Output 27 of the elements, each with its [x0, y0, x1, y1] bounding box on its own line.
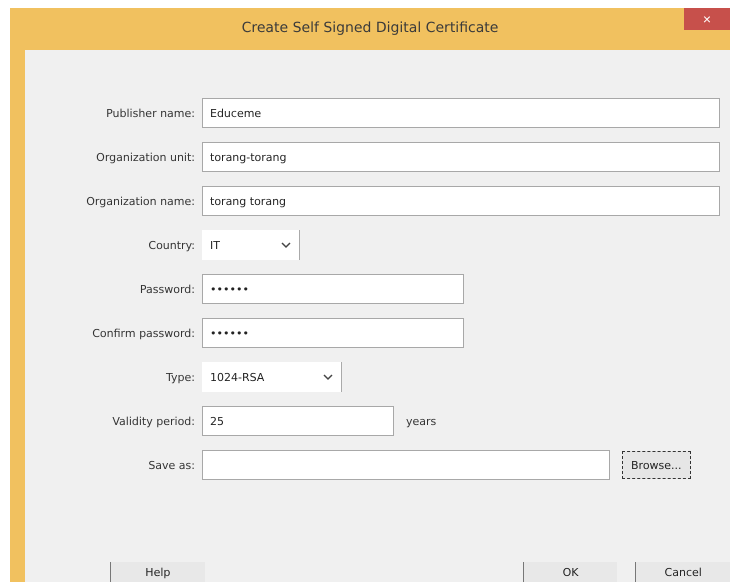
- field-label: Publisher name:: [105, 106, 195, 120]
- field-label: Save as:: [147, 458, 195, 472]
- chevron-down-icon: [281, 242, 291, 248]
- field-label: Country:: [147, 238, 195, 252]
- chevron-down-icon: [323, 374, 333, 380]
- dialog-button[interactable]: Help: [110, 562, 205, 582]
- text-field[interactable]: 25: [202, 406, 394, 436]
- close-button[interactable]: ×: [684, 8, 730, 30]
- field-label: Validity period:: [111, 414, 195, 428]
- field-label: Password:: [138, 282, 195, 296]
- text-field[interactable]: torang torang: [202, 186, 720, 216]
- dropdown[interactable]: 1024-RSA: [202, 362, 342, 392]
- text-field[interactable]: Educeme: [202, 98, 720, 128]
- unit-label: years: [406, 414, 436, 428]
- dropdown[interactable]: IT: [202, 230, 300, 260]
- text-field[interactable]: torang-torang: [202, 142, 720, 172]
- field-label: Confirm password:: [91, 326, 195, 340]
- window-title: Create Self Signed Digital Certificate: [242, 20, 498, 36]
- browse-button[interactable]: Browse...: [622, 451, 691, 479]
- field-label: Type:: [165, 370, 195, 384]
- field-label: Organization name:: [85, 194, 195, 208]
- password-field[interactable]: ••••••: [202, 318, 464, 348]
- field-label: Organization unit:: [95, 150, 195, 164]
- password-field[interactable]: ••••••: [202, 274, 464, 304]
- file-path-field[interactable]: [202, 450, 610, 480]
- dialog-button[interactable]: Cancel: [635, 562, 730, 582]
- dialog-button[interactable]: OK: [522, 562, 618, 582]
